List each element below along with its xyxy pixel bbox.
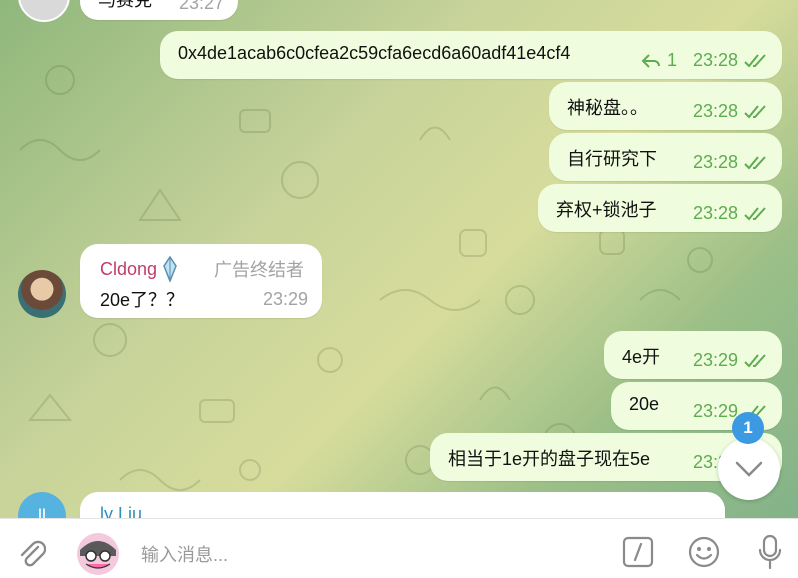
partial-top-bubble: 马赛克 23:27 [80, 0, 238, 20]
double-check-icon [744, 155, 766, 169]
chevron-down-icon [735, 461, 763, 477]
sender-name[interactable]: ly Liu [100, 504, 142, 518]
double-check-icon [744, 206, 766, 220]
microphone-icon [758, 534, 782, 570]
sender-role: 广告终结者 [214, 260, 304, 280]
message-time: 23:29 [262, 289, 308, 309]
chat-area[interactable]: 马赛克 23:27 0x4de1acab6c0cfea2c59cfa6ecd6a… [0, 0, 798, 518]
message-text: 20e了？？ [100, 290, 185, 310]
message-text: 4e开 [622, 347, 661, 367]
message-time: 23:29 [692, 401, 738, 421]
reply-count: 1 [666, 50, 677, 70]
partial-top-time: 23:27 [178, 0, 224, 13]
message-bubble[interactable]: 神秘盘。。 23:28 [549, 82, 782, 130]
message-time: 23:28 [692, 101, 738, 121]
message-bubble[interactable]: 0x4de1acab6c0cfea2c59cfa6ecd6a60adf41e4c… [160, 31, 782, 79]
avatar-letter: ll [38, 505, 46, 519]
attach-button[interactable] [14, 535, 50, 571]
sender-name[interactable]: Cldong [100, 259, 157, 280]
message-composer: 输入消息... [0, 518, 798, 578]
double-check-icon [744, 353, 766, 367]
message-time: 23:28 [692, 152, 738, 172]
partial-bottom-bubble: ly Liu [80, 492, 725, 518]
message-input[interactable]: 输入消息... [141, 541, 228, 567]
message-time: 23:29 [692, 350, 738, 370]
message-text: 相当于1e开的盘子现在5e [448, 449, 651, 469]
commands-button[interactable] [620, 534, 656, 570]
message-text: 20e [629, 394, 660, 414]
message-text: 自行研究下 [567, 149, 657, 169]
message-text: 神秘盘。。 [567, 98, 648, 118]
incoming-message-bubble[interactable]: Cldong 广告终结者 20e了？？ 23:29 [80, 244, 322, 318]
emoji-button[interactable] [686, 534, 722, 570]
message-bubble[interactable]: 4e开 23:29 [604, 331, 782, 379]
unread-count-badge: 1 [732, 412, 764, 444]
message-time: 23:28 [692, 50, 738, 70]
scroll-to-bottom-button[interactable] [718, 438, 780, 500]
partial-top-text: 马赛克 [98, 0, 152, 10]
user-avatar-icon [77, 533, 119, 575]
reply-arrow-icon [641, 53, 660, 68]
message-text: 弃权+锁池子 [556, 200, 657, 220]
message-time: 23:28 [692, 203, 738, 223]
send-as-avatar[interactable] [76, 532, 120, 576]
message-bubble[interactable]: 弃权+锁池子 23:28 [538, 184, 782, 232]
sender-avatar[interactable] [18, 270, 66, 318]
smiley-icon [688, 536, 720, 568]
paperclip-icon [20, 540, 46, 567]
message-bubble[interactable]: 自行研究下 23:28 [549, 133, 782, 181]
message-text: 0x4de1acab6c0cfea2c59cfa6ecd6a60adf41e4c… [178, 43, 571, 63]
slash-command-icon [622, 536, 654, 568]
replies-indicator[interactable]: 1 [641, 50, 677, 71]
double-check-icon [744, 104, 766, 118]
double-check-icon [744, 53, 766, 67]
crystal-badge-icon [163, 256, 177, 282]
voice-message-button[interactable] [752, 532, 788, 572]
